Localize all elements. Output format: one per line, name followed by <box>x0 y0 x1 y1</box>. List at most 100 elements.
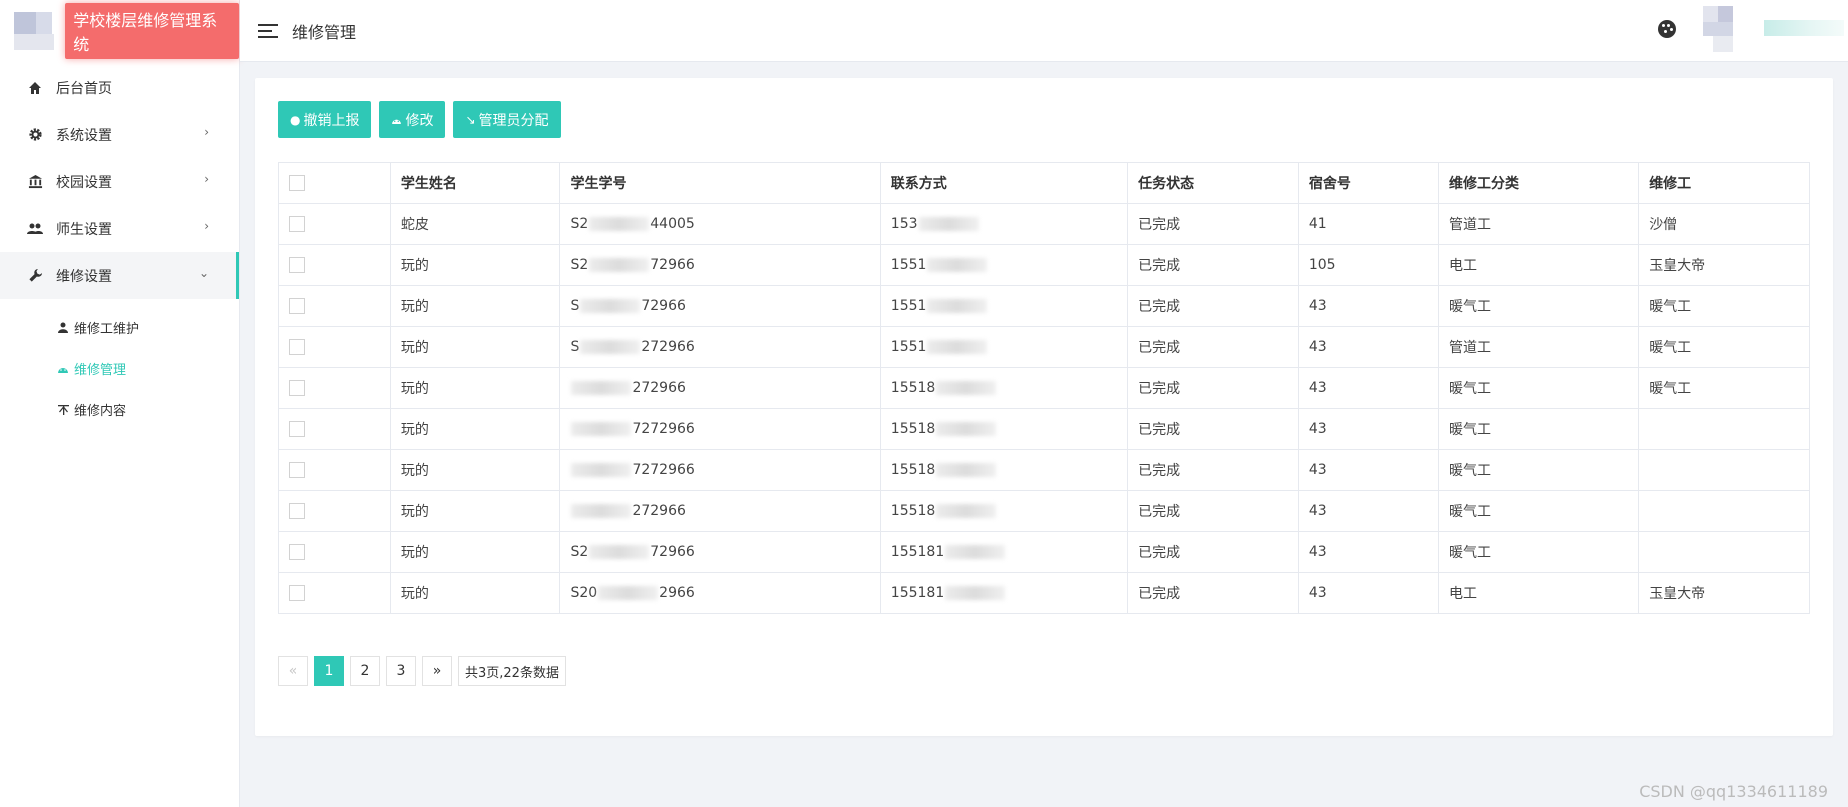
table-row[interactable]: 玩的 S20 2966 155181 已完成 43 电工 玉皇大帝 <box>278 572 1810 614</box>
phone-cell: 15518 <box>879 449 1129 491</box>
column-header[interactable]: 学生姓名 <box>389 162 561 204</box>
sidebar-subitem-label: 维修内容 <box>74 404 127 419</box>
student-id-suffix: 72966 <box>641 298 686 314</box>
student-id-suffix: 2966 <box>659 585 695 601</box>
page-2-button[interactable]: 2 <box>350 656 380 686</box>
student-id-prefix: S20 <box>570 585 598 601</box>
room-cell: 105 <box>1297 244 1439 286</box>
row-checkbox[interactable] <box>289 298 305 314</box>
student-id-cell: S2 44005 <box>559 203 881 245</box>
table-row[interactable]: 蛇皮 S2 44005 153 已完成 41 管道工 沙僧 <box>278 203 1810 245</box>
student-id-suffix: 272966 <box>632 503 686 519</box>
wrench-icon <box>26 267 44 285</box>
phone-prefix: 153 <box>890 216 918 232</box>
redacted-blur <box>571 463 632 477</box>
column-header[interactable]: 维修工 <box>1638 162 1810 204</box>
sidebar-subitem-label: 维修管理 <box>74 363 127 378</box>
sidebar-item-teacher-student-settings[interactable]: 师生设置 › <box>0 205 239 252</box>
student-name-cell: 玩的 <box>389 449 561 491</box>
sidebar-item-campus-settings[interactable]: 校园设置 › <box>0 158 239 205</box>
menu-toggle-icon[interactable] <box>258 23 278 38</box>
next-page-button[interactable]: » <box>422 656 452 686</box>
sidebar-item-repair-settings[interactable]: 维修设置 ⌄ <box>0 252 239 299</box>
dot-icon: ● <box>290 112 301 127</box>
redacted-blur <box>571 504 632 518</box>
column-header[interactable]: 宿舍号 <box>1297 162 1439 204</box>
table-row[interactable]: 玩的 7272966 15518 已完成 43 暖气工 <box>278 408 1810 450</box>
phone-cell: 155181 <box>879 572 1129 614</box>
edit-button[interactable]: 修改 <box>379 101 446 138</box>
worker-cell <box>1638 490 1810 532</box>
table-row[interactable]: 玩的 7272966 15518 已完成 43 暖气工 <box>278 449 1810 491</box>
user-name-blurred[interactable] <box>1764 20 1844 36</box>
sidebar-item-system-settings[interactable]: 系统设置 › <box>0 111 239 158</box>
worker-category-cell: 电工 <box>1437 572 1640 614</box>
sidebar-subitem-label: 维修工维护 <box>74 322 140 337</box>
worker-cell: 暖气工 <box>1638 285 1810 327</box>
sidebar-subitem-repair-management[interactable]: 维修管理 <box>0 348 239 389</box>
row-checkbox[interactable] <box>289 216 305 232</box>
column-header[interactable]: 任务状态 <box>1127 162 1299 204</box>
page-1-button[interactable]: 1 <box>314 656 344 686</box>
row-checkbox[interactable] <box>289 503 305 519</box>
chevron-right-icon: › <box>204 172 209 186</box>
room-cell: 43 <box>1297 408 1439 450</box>
row-checkbox[interactable] <box>289 380 305 396</box>
page-3-button[interactable]: 3 <box>386 656 416 686</box>
worker-cell: 玉皇大帝 <box>1638 572 1810 614</box>
cancel-report-button[interactable]: ● 撤销上报 <box>278 101 372 138</box>
worker-category-cell: 电工 <box>1437 244 1640 286</box>
redacted-blur <box>571 422 632 436</box>
repair-table: 学生姓名 学生学号 联系方式 任务状态 宿舍号 维修工分类 维修工 蛇皮 S2 44… <box>278 162 1810 614</box>
table-row[interactable]: 玩的 272966 15518 已完成 43 暖气工 暖气工 <box>278 367 1810 409</box>
phone-cell: 153 <box>879 203 1129 245</box>
redacted-blur <box>927 299 988 313</box>
column-header[interactable]: 联系方式 <box>879 162 1129 204</box>
row-checkbox[interactable] <box>289 339 305 355</box>
sidebar-item-home[interactable]: 后台首页 <box>0 64 239 111</box>
table-row[interactable]: 玩的 S 272966 1551 已完成 43 管道工 暖气工 <box>278 326 1810 368</box>
redacted-blur <box>945 586 1006 600</box>
phone-prefix: 15518 <box>890 462 936 478</box>
student-id-cell: 272966 <box>559 490 881 532</box>
column-header[interactable]: 学生学号 <box>559 162 881 204</box>
select-all-cell <box>278 162 391 204</box>
redacted-blur <box>945 545 1006 559</box>
table-row[interactable]: 玩的 S2 72966 1551 已完成 105 电工 玉皇大帝 <box>278 244 1810 286</box>
page-title: 维修管理 <box>292 22 357 42</box>
sidebar-subitem-repair-content[interactable]: 维修内容 <box>0 389 239 430</box>
chevron-right-icon: › <box>204 219 209 233</box>
assign-admin-button[interactable]: ↘ 管理员分配 <box>453 101 561 138</box>
redacted-blur <box>589 545 650 559</box>
prev-page-button[interactable]: « <box>278 656 308 686</box>
student-id-cell: 7272966 <box>559 408 881 450</box>
palette-icon[interactable] <box>1658 20 1676 38</box>
phone-prefix: 155181 <box>890 544 945 560</box>
avatar[interactable] <box>1703 6 1733 52</box>
row-select-cell <box>278 367 391 409</box>
android-icon <box>391 113 402 127</box>
sidebar-subitem-worker-maintenance[interactable]: 维修工维护 <box>0 307 239 348</box>
phone-cell: 15518 <box>879 367 1129 409</box>
student-id-suffix: 272966 <box>641 339 695 355</box>
status-cell: 已完成 <box>1127 285 1299 327</box>
row-checkbox[interactable] <box>289 544 305 560</box>
student-id-suffix: 7272966 <box>632 421 695 437</box>
student-name-cell: 玩的 <box>389 285 561 327</box>
select-all-checkbox[interactable] <box>289 175 305 191</box>
worker-cell: 暖气工 <box>1638 326 1810 368</box>
row-checkbox[interactable] <box>289 585 305 601</box>
worker-cell: 沙僧 <box>1638 203 1810 245</box>
gear-icon <box>26 126 44 144</box>
phone-cell: 15518 <box>879 490 1129 532</box>
row-select-cell <box>278 490 391 532</box>
row-checkbox[interactable] <box>289 421 305 437</box>
row-checkbox[interactable] <box>289 462 305 478</box>
row-checkbox[interactable] <box>289 257 305 273</box>
table-row[interactable]: 玩的 S 72966 1551 已完成 43 暖气工 暖气工 <box>278 285 1810 327</box>
room-cell: 43 <box>1297 490 1439 532</box>
student-id-cell: S20 2966 <box>559 572 881 614</box>
table-row[interactable]: 玩的 S2 72966 155181 已完成 43 暖气工 <box>278 531 1810 573</box>
column-header[interactable]: 维修工分类 <box>1437 162 1640 204</box>
table-row[interactable]: 玩的 272966 15518 已完成 43 暖气工 <box>278 490 1810 532</box>
